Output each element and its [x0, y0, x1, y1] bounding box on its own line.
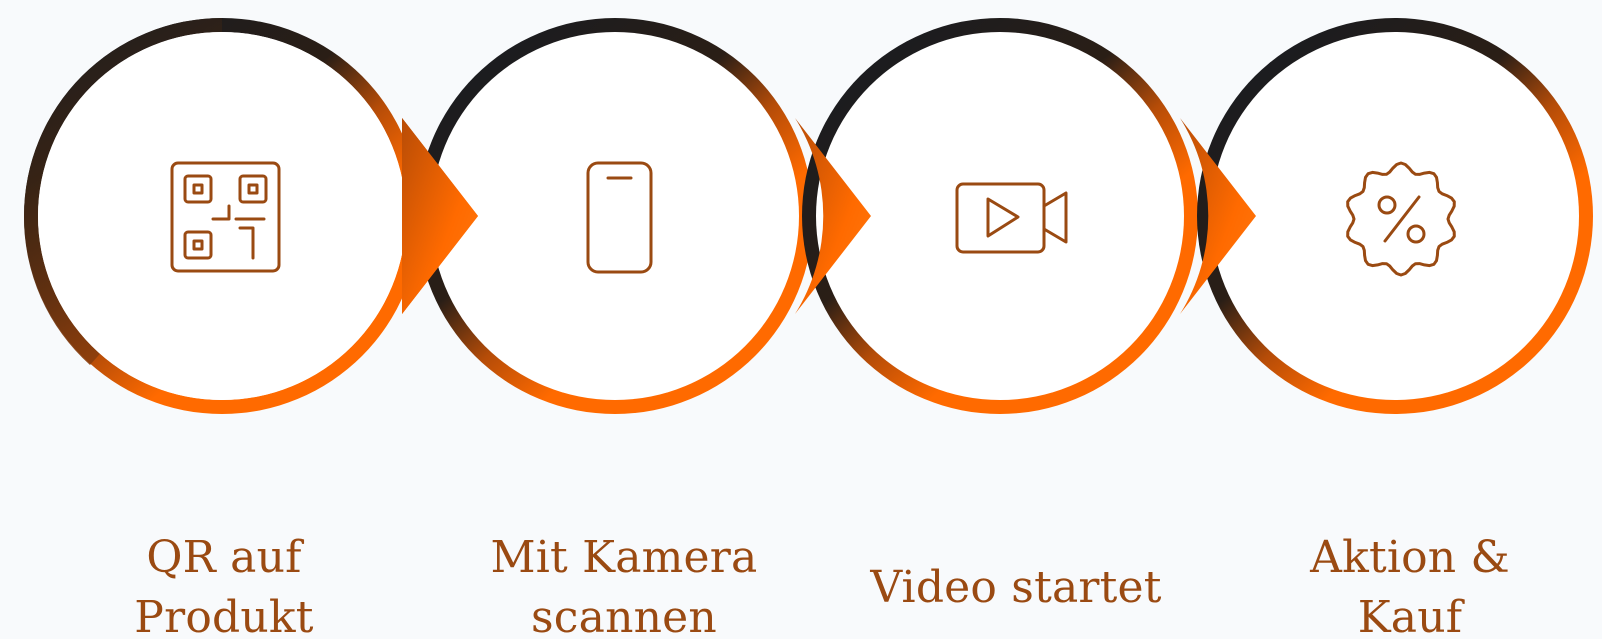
- step-4-label-line2: Kauf: [1357, 592, 1463, 639]
- step-4-label: Aktion & Kauf: [1230, 528, 1590, 639]
- step-4-label-line1: Aktion &: [1310, 532, 1510, 583]
- step-1-label-line2: Produkt: [134, 592, 314, 639]
- step-1-label: QR auf Produkt: [44, 528, 404, 639]
- step-3-label-line1: Video startet: [870, 562, 1162, 613]
- process-flow: QR auf Produkt Mit Kamera scannen Video …: [0, 0, 1602, 639]
- step-3-label: Video startet: [836, 558, 1196, 618]
- step-4-ring: [1197, 18, 1593, 414]
- step-2-label-line1: Mit Kamera: [490, 532, 758, 583]
- step-2-label-line2: scannen: [531, 592, 717, 639]
- step-2-label: Mit Kamera scannen: [444, 528, 804, 639]
- step-1-label-line1: QR auf: [146, 532, 302, 583]
